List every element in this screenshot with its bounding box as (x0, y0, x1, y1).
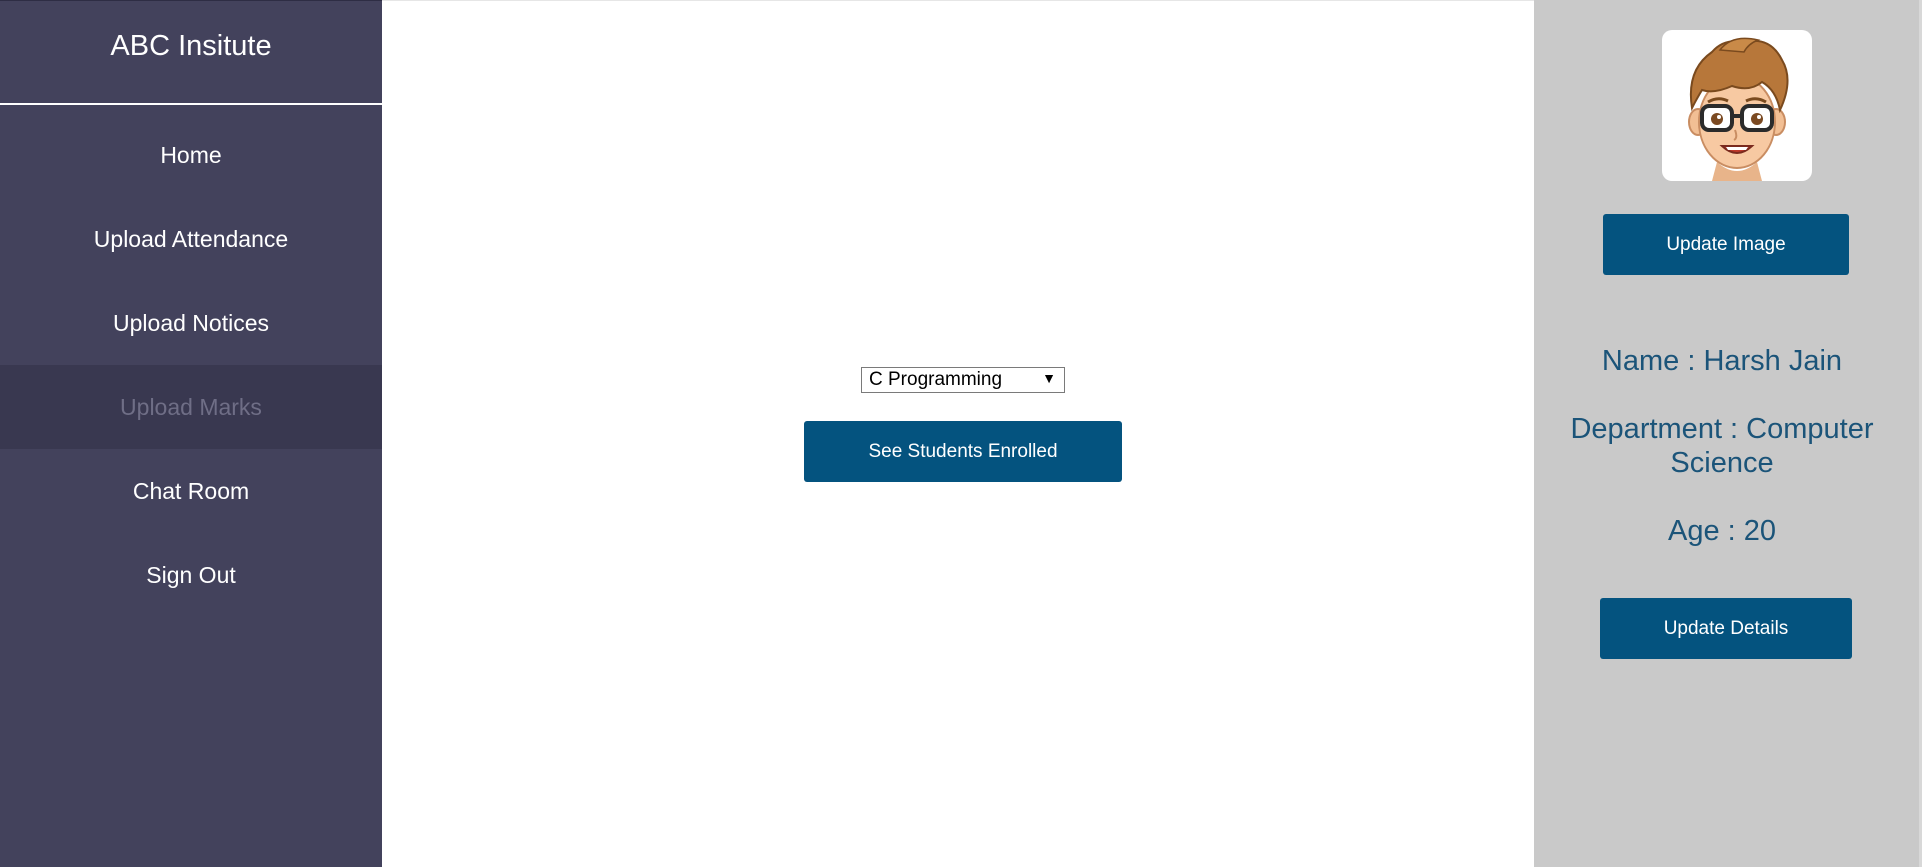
sidebar: ABC Insitute Home Upload Attendance Uplo… (0, 0, 382, 867)
profile-department: Department : Computer Science (1570, 413, 1874, 479)
sidebar-item-upload-notices[interactable]: Upload Notices (0, 281, 382, 365)
sidebar-nav: Home Upload Attendance Upload Notices Up… (0, 113, 382, 617)
update-image-button[interactable]: Update Image (1603, 214, 1849, 275)
profile-panel: Update Image Name : Harsh Jain Departmen… (1534, 0, 1922, 867)
brand-title: ABC Insitute (0, 1, 382, 105)
course-select[interactable]: C Programming ▼ (861, 367, 1065, 393)
profile-age: Age : 20 (1667, 515, 1777, 547)
course-select-value: C Programming (869, 369, 1003, 390)
update-details-button[interactable]: Update Details (1600, 598, 1852, 659)
main-content: C Programming ▼ See Students Enrolled (382, 0, 1534, 867)
avatar (1662, 30, 1812, 181)
app-window: ABC Insitute Home Upload Attendance Uplo… (0, 0, 1922, 867)
avatar-icon (1688, 37, 1789, 181)
sidebar-item-chat-room[interactable]: Chat Room (0, 449, 382, 533)
see-students-enrolled-button[interactable]: See Students Enrolled (804, 421, 1122, 482)
sidebar-item-home[interactable]: Home (0, 113, 382, 197)
sidebar-item-upload-attendance[interactable]: Upload Attendance (0, 197, 382, 281)
sidebar-item-upload-marks[interactable]: Upload Marks (0, 365, 382, 449)
profile-name: Name : Harsh Jain (1601, 345, 1843, 377)
dropdown-arrow-icon: ▼ (1042, 370, 1056, 386)
sidebar-item-sign-out[interactable]: Sign Out (0, 533, 382, 617)
